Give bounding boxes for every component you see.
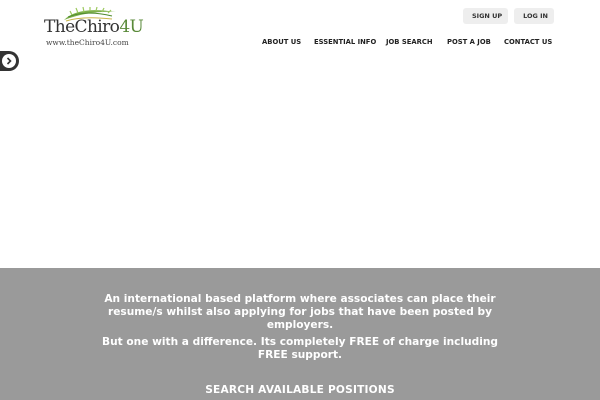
site-header: TheChiro4U www.theChiro4U.com SIGN UP LO… xyxy=(0,0,600,60)
sign-up-label: SIGN UP xyxy=(472,12,503,20)
intro-band: An international based platform where as… xyxy=(0,268,600,400)
intro-paragraph-2: But one with a difference. Its completel… xyxy=(102,336,498,361)
intro-text: An international based platform where as… xyxy=(100,293,500,366)
chevron-right-icon xyxy=(2,54,16,68)
hero-slider xyxy=(0,60,600,268)
nav-item-post-a-job[interactable]: POST A JOB xyxy=(447,37,491,47)
nav-item-about-us[interactable]: ABOUT US xyxy=(262,37,301,47)
nav-item-essential-info[interactable]: ESSENTIAL INFO xyxy=(314,37,376,47)
search-positions-heading: SEARCH AVAILABLE POSITIONS xyxy=(205,384,395,396)
intro-paragraph-1: An international based platform where as… xyxy=(104,293,496,331)
sign-up-button[interactable]: SIGN UP xyxy=(463,8,508,24)
brand-name: TheChiro4U xyxy=(44,17,144,37)
log-in-label: LOG IN xyxy=(523,12,548,20)
nav-item-job-search[interactable]: JOB SEARCH xyxy=(386,37,433,47)
main-nav: ABOUT US ESSENTIAL INFO JOB SEARCH POST … xyxy=(0,37,600,49)
slider-next-button[interactable] xyxy=(0,51,19,71)
page: TheChiro4U www.theChiro4U.com SIGN UP LO… xyxy=(0,0,600,400)
log-in-button[interactable]: LOG IN xyxy=(514,8,554,24)
nav-item-contact-us[interactable]: CONTACT US xyxy=(504,37,552,47)
